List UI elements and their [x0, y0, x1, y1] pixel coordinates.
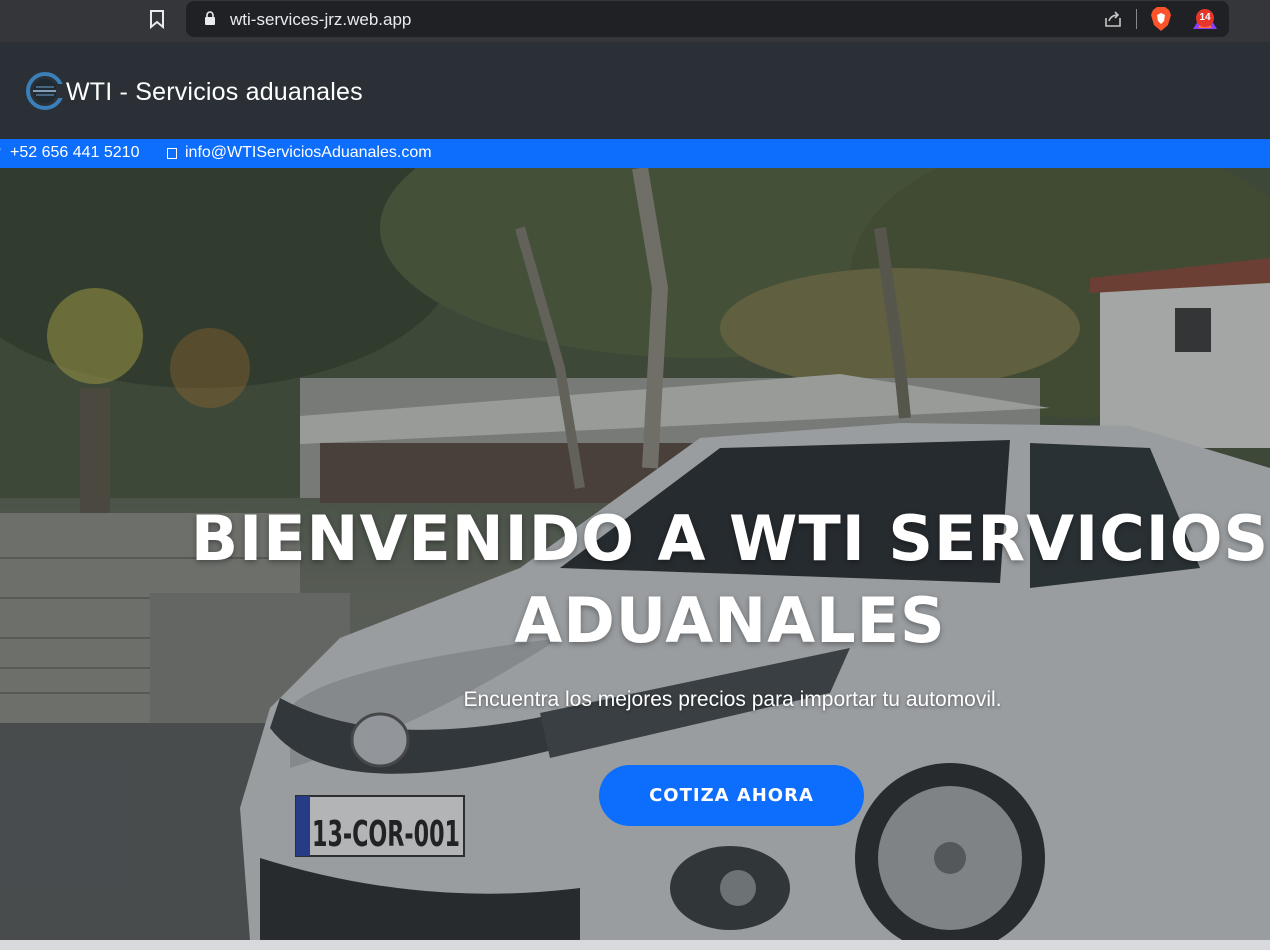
address-bar[interactable]: wti-services-jrz.web.app 14 — [186, 1, 1229, 37]
quote-now-button[interactable]: COTIZA AHORA — [599, 765, 864, 826]
toolbar-divider — [1136, 9, 1137, 29]
url-text[interactable]: wti-services-jrz.web.app — [230, 10, 411, 30]
hero-title-line1: BIENVENIDO A WTI SERVICIOS — [190, 502, 1270, 575]
bookmark-icon[interactable] — [148, 9, 166, 29]
hero-title: BIENVENIDO A WTI SERVICIOS ADUANALES — [0, 498, 1270, 662]
rewards-icon[interactable]: 14 — [1191, 7, 1219, 31]
hero-section: 13-COR-001 BIENVENIDO A WTI SERVICIOS AD… — [0, 168, 1270, 940]
browser-toolbar: wti-services-jrz.web.app 14 — [0, 0, 1270, 42]
share-icon[interactable] — [1103, 9, 1123, 29]
contact-email[interactable]: info@WTIServiciosAduanales.com — [185, 144, 432, 162]
hero-subtitle: Encuentra los mejores precios para impor… — [463, 688, 1002, 711]
lock-icon — [205, 11, 215, 25]
phone-icon: ? — [0, 144, 1, 162]
notification-badge: 14 — [1196, 9, 1214, 27]
hero-title-line2: ADUANALES — [514, 584, 946, 657]
brave-icon[interactable] — [1149, 6, 1173, 32]
contact-bar: ? +52 656 441 5210 info@WTIServiciosAdua… — [0, 139, 1270, 168]
site-navbar: WTI - Servicios aduanales — [0, 42, 1270, 139]
site-brand[interactable]: WTI - Servicios aduanales — [66, 78, 363, 107]
horizontal-scrollbar[interactable] — [0, 940, 1270, 950]
envelope-icon — [167, 148, 177, 159]
contact-phone[interactable]: +52 656 441 5210 — [10, 144, 139, 162]
wti-logo[interactable] — [24, 70, 66, 112]
